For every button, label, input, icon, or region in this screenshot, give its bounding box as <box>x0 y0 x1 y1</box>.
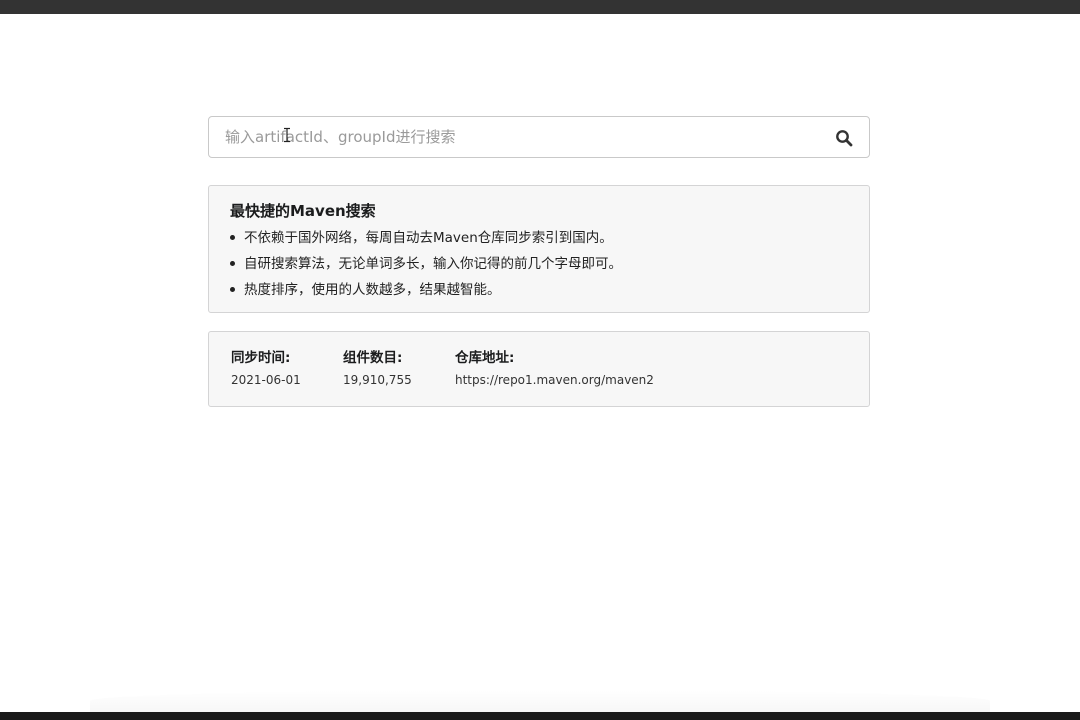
window-top-bar <box>0 0 1080 14</box>
text-cursor-icon <box>284 127 290 143</box>
stats-card: 同步时间: 2021-06-01 组件数目: 19,910,755 仓库地址: … <box>208 331 870 407</box>
sync-time-value: 2021-06-01 <box>231 373 301 387</box>
feature-text: 热度排序，使用的人数越多，结果越智能。 <box>244 282 501 298</box>
stat-repo-address: 仓库地址: https://repo1.maven.org/maven2 <box>455 348 654 388</box>
search-icon[interactable] <box>835 129 853 147</box>
repo-address-label: 仓库地址: <box>455 350 515 366</box>
feature-text: 不依赖于国外网络，每周自动去Maven仓库同步索引到国内。 <box>244 230 613 246</box>
feature-item: 不依赖于国外网络，每周自动去Maven仓库同步索引到国内。 <box>230 228 622 254</box>
component-count-label: 组件数目: <box>343 350 403 366</box>
component-count-value: 19,910,755 <box>343 373 412 387</box>
feature-text: 自研搜索算法，无论单词多长，输入你记得的前几个字母即可。 <box>244 256 622 272</box>
bottom-shadow <box>90 690 990 712</box>
sync-time-label: 同步时间: <box>231 350 291 366</box>
repo-address-value: https://repo1.maven.org/maven2 <box>455 373 654 387</box>
intro-title: 最快捷的Maven搜索 <box>230 202 376 220</box>
feature-list: 不依赖于国外网络，每周自动去Maven仓库同步索引到国内。 自研搜索算法，无论单… <box>230 228 622 306</box>
bullet-icon <box>230 261 235 266</box>
bullet-icon <box>230 287 235 292</box>
bullet-icon <box>230 235 235 240</box>
intro-card: 最快捷的Maven搜索 不依赖于国外网络，每周自动去Maven仓库同步索引到国内… <box>208 185 870 313</box>
feature-item: 自研搜索算法，无论单词多长，输入你记得的前几个字母即可。 <box>230 254 622 280</box>
feature-item: 热度排序，使用的人数越多，结果越智能。 <box>230 280 622 306</box>
search-input[interactable] <box>209 117 819 157</box>
search-box[interactable] <box>208 116 870 158</box>
window-bottom-bar <box>0 712 1080 720</box>
stat-component-count: 组件数目: 19,910,755 <box>343 348 412 388</box>
stat-sync-time: 同步时间: 2021-06-01 <box>231 348 301 388</box>
